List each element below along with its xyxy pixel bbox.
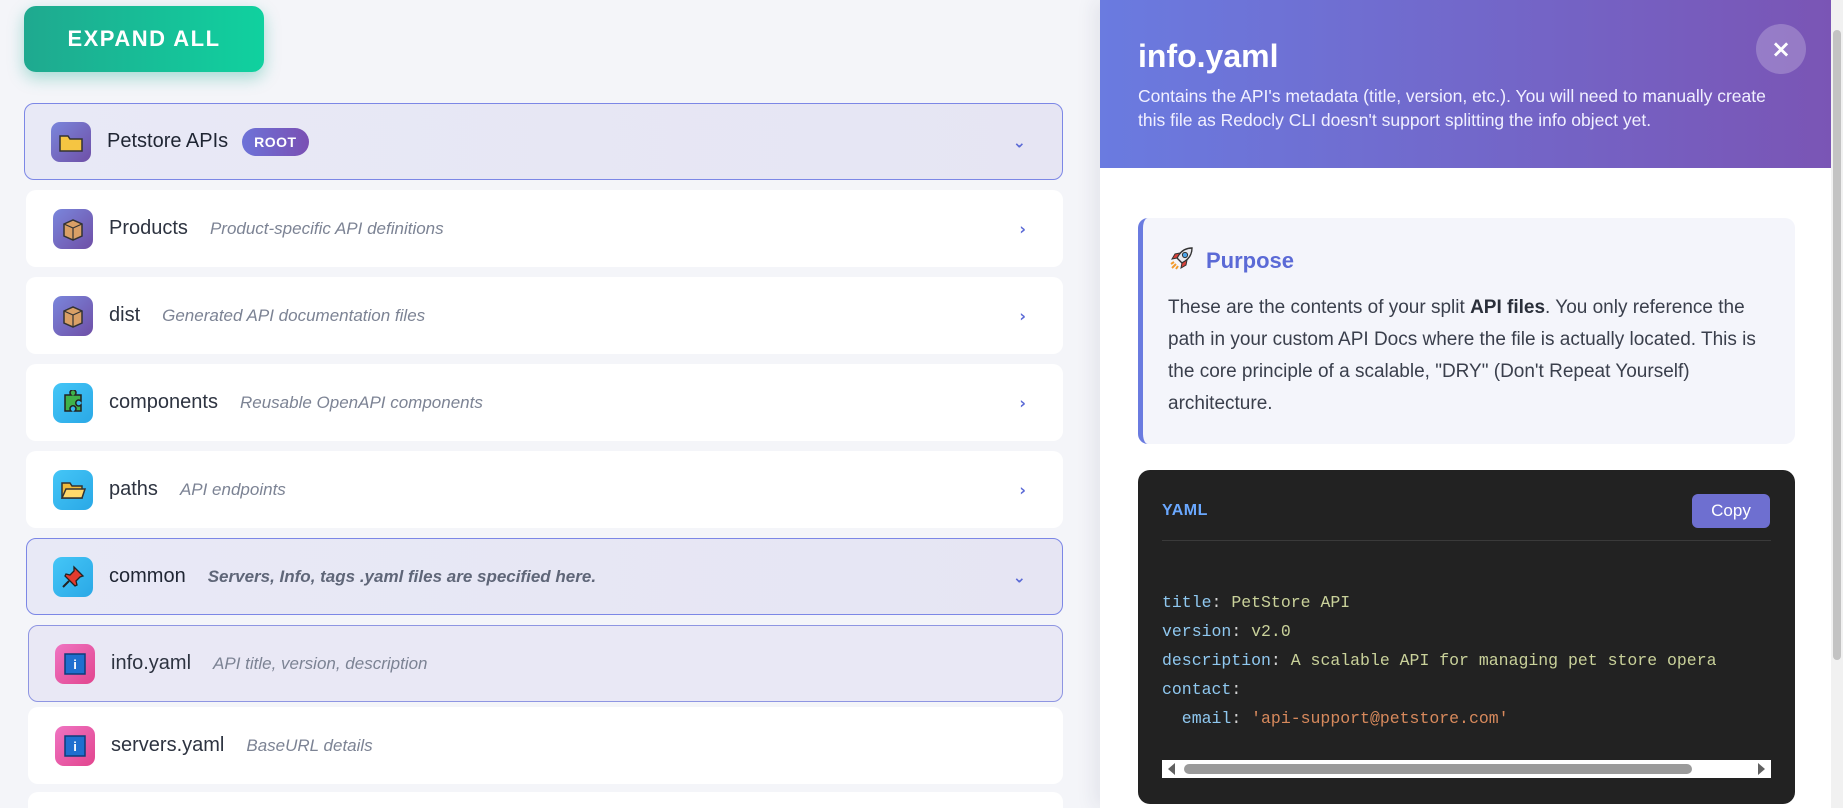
tree-item-label: common [109,565,186,587]
info-icon: i [55,643,95,684]
code-language: YAML [1162,502,1208,519]
panel-subtitle: Contains the API's metadata (title, vers… [1138,86,1766,130]
tree-item-description: API endpoints [179,479,286,499]
code-line: version: v2.0 [1162,622,1291,641]
svg-text:i: i [73,739,77,754]
yaml-key: email [1162,709,1232,728]
scroll-left-icon[interactable] [1168,763,1175,775]
rocket-icon [1168,244,1196,278]
tree-item-label: Products [109,217,188,239]
expand-all-button[interactable]: EXPAND ALL [24,6,264,72]
yaml-key: contact [1162,680,1232,699]
tree-item-description: Generated API documentation files [162,305,426,325]
file-tree: EXPAND ALL Petstore APIs ROOT ⌄ Products… [0,0,1100,808]
svg-text:i: i [73,657,77,672]
yaml-key: description [1162,651,1271,670]
open-folder-icon [53,469,93,510]
tree-item-label: servers.yaml [111,734,225,756]
box-icon [53,295,93,336]
yaml-key: title [1162,593,1212,612]
yaml-key: version [1162,622,1232,641]
close-icon: × [1770,35,1792,63]
tree-item-description: API title, version, description [213,653,428,673]
purpose-text: These are the contents of your split API… [1168,292,1771,420]
close-button[interactable]: × [1756,24,1806,74]
tree-item-info-yaml[interactable]: i info.yaml API title, version, descript… [28,625,1063,702]
tree-item-description: Servers, Info, tags .yaml files are spec… [207,566,597,586]
yaml-value: v2.0 [1251,622,1291,641]
puzzle-icon [53,382,93,423]
copy-button[interactable]: Copy [1692,494,1770,528]
chevron-right-icon[interactable]: › [1019,480,1026,499]
purpose-text-bold: API files [1470,297,1546,318]
tree-item-common[interactable]: common Servers, Info, tags .yaml files a… [26,538,1063,615]
yaml-value: A scalable API for managing pet store op… [1290,651,1717,670]
tree-item-description: BaseURL details [246,735,373,755]
tree-item-label: dist [109,304,141,326]
tree-item-dist[interactable]: dist Generated API documentation files › [26,277,1063,354]
chevron-right-icon[interactable]: › [1019,393,1026,412]
tree-item-label: Petstore APIs [107,130,229,152]
detail-panel: info.yaml Contains the API's metadata (t… [1100,0,1843,808]
purpose-title: Purpose [1206,248,1295,273]
horizontal-scrollbar[interactable] [1162,760,1771,778]
panel-header: info.yaml Contains the API's metadata (t… [1100,0,1831,168]
tree-item-label: components [109,391,218,413]
code-line: contact: [1162,680,1242,699]
tree-item-components[interactable]: components Reusable OpenAPI components › [26,364,1063,441]
tree-item-petstore-apis[interactable]: Petstore APIs ROOT ⌄ [24,103,1063,180]
info-icon: i [55,725,95,766]
tree-item-next[interactable] [28,792,1063,808]
scrollbar-thumb[interactable] [1184,764,1692,774]
pushpin-icon [53,556,93,597]
chevron-right-icon[interactable]: › [1019,306,1026,325]
yaml-value: 'api-support@petstore.com' [1251,709,1509,728]
tree-item-label: paths [109,478,158,500]
folder-icon [51,121,91,162]
code-content[interactable]: title: PetStore API version: v2.0 descript… [1162,588,1771,733]
tree-item-products[interactable]: Products Product-specific API definition… [26,190,1063,267]
scroll-right-icon[interactable] [1758,763,1765,775]
tree-item-description: Product-specific API definitions [209,218,444,238]
root-badge: ROOT [242,127,309,156]
code-block: YAML Copy title: PetStore API version: v2… [1138,470,1795,804]
purpose-heading: Purpose [1168,244,1771,278]
chevron-right-icon[interactable]: › [1019,219,1026,238]
panel-title: info.yaml [1138,38,1279,74]
tree-item-label: info.yaml [111,652,192,674]
tree-item-paths[interactable]: paths API endpoints › [26,451,1063,528]
purpose-card: Purpose These are the contents of your s… [1138,218,1795,444]
code-line: description: A scalable API for managing… [1162,651,1717,670]
purpose-text-part: These are the contents of your split [1168,297,1471,318]
code-line: email: 'api-support@petstore.com' [1162,709,1509,728]
scrollbar-thumb[interactable] [1833,30,1841,660]
yaml-value: PetStore API [1231,593,1351,612]
chevron-down-icon[interactable]: ⌄ [1013,567,1026,586]
box-icon [53,208,93,249]
tree-item-description: Reusable OpenAPI components [239,392,483,412]
vertical-scrollbar[interactable] [1831,0,1843,808]
tree-item-servers-yaml[interactable]: i servers.yaml BaseURL details [28,707,1063,784]
divider [1162,540,1771,541]
chevron-down-icon[interactable]: ⌄ [1013,132,1026,151]
code-line: title: PetStore API [1162,593,1351,612]
